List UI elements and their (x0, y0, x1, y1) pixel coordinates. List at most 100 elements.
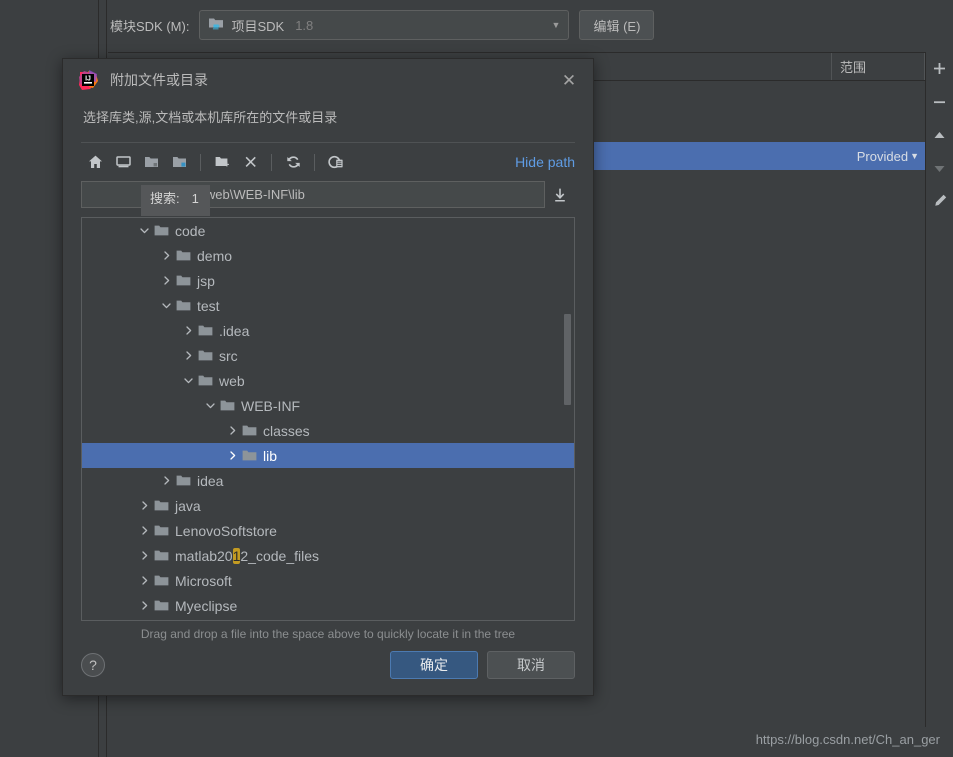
show-hidden-icon[interactable] (322, 149, 350, 175)
chevron-right-icon[interactable] (136, 547, 153, 564)
dependencies-side-toolbar (925, 52, 953, 727)
screen-root: 模块SDK (M): 项目SDK 1.8 ▼ 编辑 (E) 范围 Provide… (0, 0, 953, 757)
folder-icon (175, 299, 192, 312)
cancel-button-label: 取消 (517, 657, 545, 673)
module-sdk-version: 1.8 (295, 17, 314, 33)
chevron-right-icon[interactable] (180, 322, 197, 339)
search-match-highlight: 1 (232, 547, 241, 564)
module-sdk-value: 项目SDK (231, 18, 285, 34)
folder-icon (175, 249, 192, 262)
hide-path-link[interactable]: Hide path (515, 154, 575, 170)
tree-row[interactable]: Myeclipse (82, 593, 574, 618)
tree-row[interactable]: Microsoft (82, 568, 574, 593)
chevron-right-icon[interactable] (136, 522, 153, 539)
edit-pencil-icon[interactable] (927, 188, 953, 214)
chevron-down-icon: ▼ (910, 151, 919, 161)
dependency-scope-value: Provided (856, 148, 909, 164)
chevron-right-icon[interactable] (136, 497, 153, 514)
folder-icon (175, 274, 192, 287)
tree-row-label: matlab2012_code_files (175, 547, 320, 564)
delete-icon[interactable] (236, 149, 264, 175)
chevron-right-icon[interactable] (180, 347, 197, 364)
module-sdk-dropdown[interactable]: 项目SDK 1.8 ▼ (199, 10, 570, 40)
tree-row-label: src (219, 347, 238, 364)
toolbar-divider (200, 153, 201, 171)
tree-row[interactable]: matlab2012_code_files (82, 543, 574, 568)
chevron-down-icon[interactable] (136, 222, 153, 239)
tree-row[interactable]: LenovoSoftstore (82, 518, 574, 543)
download-icon[interactable] (545, 187, 575, 203)
add-icon[interactable] (927, 56, 953, 82)
tree-row[interactable]: web (82, 368, 574, 393)
tree-row-label: LenovoSoftstore (175, 522, 277, 539)
folder-icon (153, 524, 170, 537)
chevron-down-icon[interactable] (202, 397, 219, 414)
tree-row[interactable]: jsp (82, 268, 574, 293)
tree-row[interactable]: idea (82, 468, 574, 493)
tree-row[interactable]: src (82, 343, 574, 368)
watermark-url: https://blog.csdn.net/Ch_an_ger (755, 732, 940, 747)
tree-scrollbar[interactable] (564, 314, 571, 405)
dialog-action-buttons: 确定 取消 (390, 651, 575, 679)
help-button[interactable]: ? (81, 653, 105, 677)
tree-row-label: web (219, 372, 245, 389)
chevron-down-icon[interactable] (180, 372, 197, 389)
chevron-down-icon[interactable] (158, 297, 175, 314)
search-tooltip-label: 搜索: (150, 191, 180, 206)
new-folder-icon[interactable] (208, 149, 236, 175)
tree-row[interactable]: lib (82, 443, 574, 468)
dialog-title: 附加文件或目录 (110, 72, 208, 88)
folder-icon (241, 449, 258, 462)
tree-row[interactable]: java (82, 493, 574, 518)
file-tree[interactable]: code demo jsp test .idea src web WEB-INF classes… (82, 218, 574, 620)
ok-button[interactable]: 确定 (390, 651, 478, 679)
tree-row[interactable]: code (82, 218, 574, 243)
move-down-icon[interactable] (927, 155, 953, 181)
chevron-right-icon[interactable] (158, 472, 175, 489)
tree-row-label: classes (263, 422, 310, 439)
tree-row-label: jsp (197, 272, 215, 289)
folder-icon (153, 224, 170, 237)
close-icon[interactable]: ✕ (559, 70, 579, 90)
toolbar-divider (271, 153, 272, 171)
chevron-right-icon[interactable] (158, 272, 175, 289)
svg-text:IJ: IJ (85, 76, 91, 83)
tree-row[interactable]: demo (82, 243, 574, 268)
move-up-icon[interactable] (927, 122, 953, 148)
tree-row[interactable]: WEB-INF (82, 393, 574, 418)
search-tooltip-query: 1 (191, 191, 199, 206)
chevron-right-icon[interactable] (224, 422, 241, 439)
folder-icon (153, 499, 170, 512)
dialog-title-bar: IJ 附加文件或目录 ✕ (63, 59, 593, 101)
tree-row[interactable]: .idea (82, 318, 574, 343)
module-folder-icon[interactable] (165, 149, 193, 175)
project-folder-icon[interactable] (137, 149, 165, 175)
folder-icon (175, 474, 192, 487)
tree-row-label: .idea (219, 322, 250, 339)
remove-icon[interactable] (927, 89, 953, 115)
column-header-scope: 范围 (832, 53, 925, 80)
chevron-down-icon: ▼ (551, 20, 561, 30)
chevron-right-icon[interactable] (136, 597, 153, 614)
refresh-icon[interactable] (279, 149, 307, 175)
file-tree-container[interactable]: code demo jsp test .idea src web WEB-INF classes… (81, 217, 575, 621)
desktop-icon[interactable] (109, 149, 137, 175)
folder-icon (197, 349, 214, 362)
cancel-button[interactable]: 取消 (487, 651, 575, 679)
folder-icon (219, 399, 236, 412)
file-chooser-toolbar: Hide path (63, 143, 593, 181)
attach-files-dialog: IJ 附加文件或目录 ✕ 选择库类,源,文档或本机库所在的文件或目录 Hide … (62, 58, 594, 696)
edit-sdk-button[interactable]: 编辑 (E) (579, 10, 655, 40)
tree-row-label: Microsoft (175, 572, 232, 589)
chevron-right-icon[interactable] (136, 572, 153, 589)
module-sdk-row: 模块SDK (M): 项目SDK 1.8 ▼ 编辑 (E) (110, 10, 655, 40)
chevron-right-icon[interactable] (224, 447, 241, 464)
java-folder-icon (208, 16, 224, 35)
chevron-right-icon[interactable] (158, 247, 175, 264)
edit-sdk-label: 编辑 (E) (593, 18, 641, 34)
tree-row[interactable]: classes (82, 418, 574, 443)
folder-icon (197, 374, 214, 387)
tree-row[interactable]: test (82, 293, 574, 318)
home-icon[interactable] (81, 149, 109, 175)
folder-icon (153, 574, 170, 587)
